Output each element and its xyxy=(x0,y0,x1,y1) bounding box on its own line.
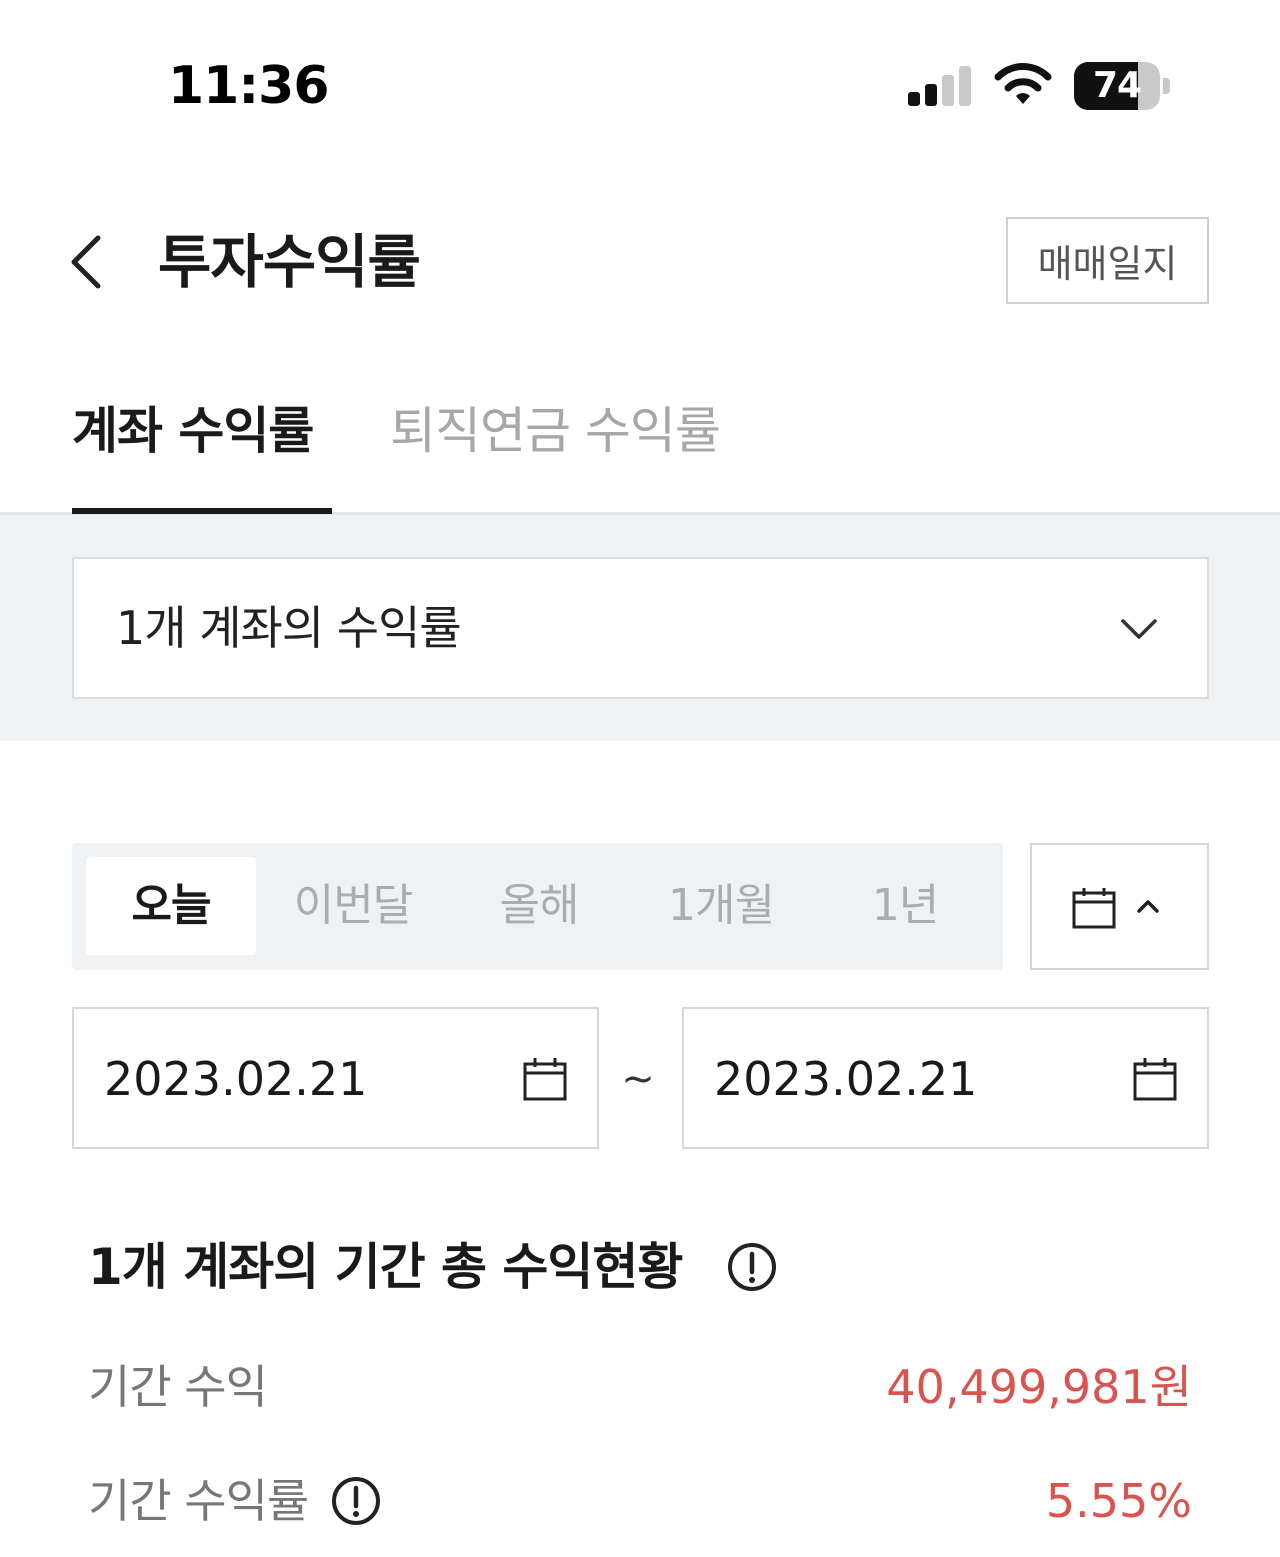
calendar-icon xyxy=(1133,1058,1177,1101)
calendar-icon xyxy=(1072,888,1116,929)
date-range-separator: ~ xyxy=(621,1056,655,1102)
battery-percent: 74 xyxy=(1092,65,1142,106)
tab-pension-return[interactable]: 퇴직연금 수익률 xyxy=(390,396,721,466)
period-profit-label: 기간 수익 xyxy=(88,1360,268,1414)
period-return-value: 5.55% xyxy=(1045,1474,1192,1528)
account-select-label: 1개 계좌의 수익률 xyxy=(116,601,462,655)
cellular-signal-icon xyxy=(908,66,971,106)
period-profit-value: 40,499,981원 xyxy=(886,1360,1192,1414)
wifi-icon xyxy=(994,63,1052,104)
period-this-year[interactable]: 올해 xyxy=(454,857,624,955)
period-one-year[interactable]: 1년 xyxy=(820,857,990,955)
period-one-month[interactable]: 1개월 xyxy=(636,857,806,955)
summary-title: 1개 계좌의 기간 총 수익현황 xyxy=(88,1238,683,1296)
calendar-icon xyxy=(523,1058,567,1101)
start-date-value: 2023.02.21 xyxy=(104,1052,368,1106)
end-date-value: 2023.02.21 xyxy=(714,1052,978,1106)
period-return-label: 기간 수익률 xyxy=(88,1474,309,1528)
end-date-field[interactable]: 2023.02.21 xyxy=(682,1007,1209,1149)
back-button[interactable] xyxy=(60,226,114,298)
tab-account-return[interactable]: 계좌 수익률 xyxy=(72,396,314,466)
battery-icon: 74 xyxy=(1074,62,1170,110)
period-today[interactable]: 오늘 xyxy=(86,857,256,955)
status-time: 11:36 xyxy=(168,56,330,116)
active-tab-indicator xyxy=(72,508,332,514)
info-icon[interactable] xyxy=(330,1475,382,1527)
chevron-up-icon xyxy=(1137,900,1159,913)
page-title: 투자수익률 xyxy=(158,228,421,296)
chevron-down-icon xyxy=(1121,619,1157,639)
calendar-toggle-button[interactable] xyxy=(1030,843,1209,970)
account-select-dropdown[interactable]: 1개 계좌의 수익률 xyxy=(72,557,1209,699)
period-selector: 오늘 이번달 올해 1개월 1년 xyxy=(72,843,1003,970)
period-this-month[interactable]: 이번달 xyxy=(268,857,438,955)
trade-journal-button[interactable]: 매매일지 xyxy=(1006,217,1209,304)
info-icon[interactable] xyxy=(726,1241,778,1293)
start-date-field[interactable]: 2023.02.21 xyxy=(72,1007,599,1149)
